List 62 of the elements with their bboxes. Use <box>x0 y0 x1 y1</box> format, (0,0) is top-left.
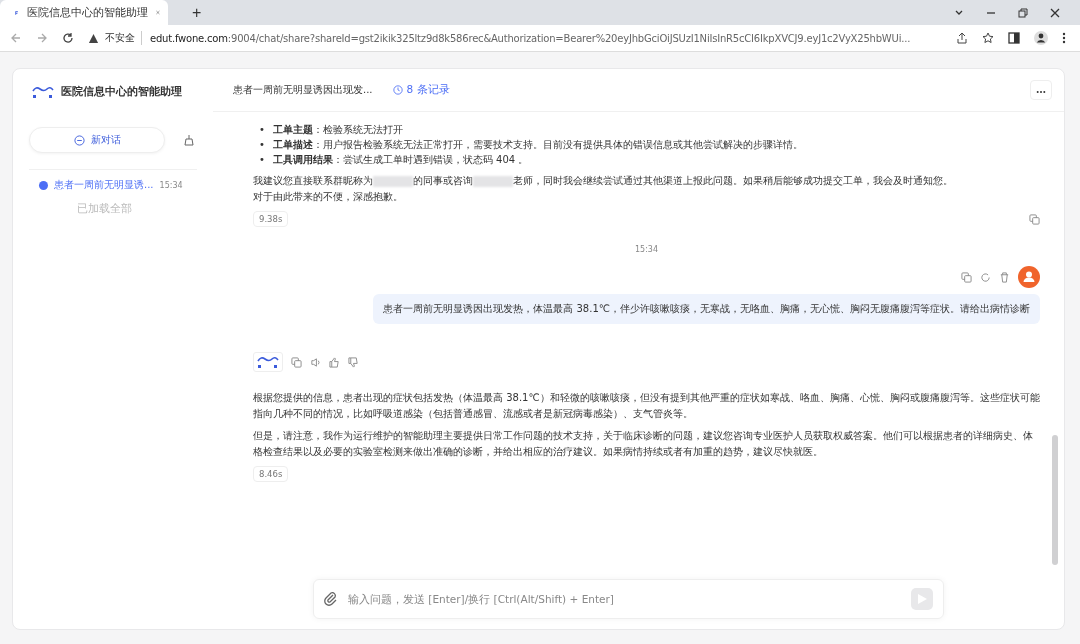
message-text: 我建议您直接联系群昵称为 <box>253 175 373 186</box>
message-text: 但是，请注意，我作为运行维护的智能助理主要提供日常工作问题的技术支持，关于临床诊断的问题，建议您咨询专业医护人员获取权威答案。他们可以根据患者的详细病史、体格检查结果以及必要的实验室检测来做出准确的诊断，并给出相应的治疗建议。如果病情持续或者有加重的趋势，建议尽快就医。 <box>253 429 1034 459</box>
timestamp: 15:34 <box>633 245 660 254</box>
copy-icon[interactable] <box>291 356 302 368</box>
message-text: 老师，同时我会继续尝试通过其他渠道上报此问题。如果稍后能够成功提交工单，我会及时通知您。 <box>513 175 953 186</box>
input-field[interactable]: 输入问题，发送 [Enter]/换行 [Ctrl(Alt/Shift) + Enter] <box>313 579 944 619</box>
duration-tag: 8.46s <box>253 466 289 482</box>
user-message: 患者一周前无明显诱因出现发热，体温最高 38.1℃，伴少许咳嗽咳痰，无寒战，无咯血、胸痛，无心慌、胸闷无腹痛腹泻等症状。请给出病情诊断 <box>373 294 1040 324</box>
bullet-marker: • <box>259 153 265 167</box>
reload-icon[interactable] <box>62 32 74 44</box>
avatar-icon <box>1018 266 1040 288</box>
speaker-icon[interactable] <box>310 356 321 368</box>
profile-icon[interactable] <box>1034 31 1048 45</box>
more-button[interactable] <box>1030 80 1052 100</box>
copy-icon[interactable] <box>1029 213 1040 225</box>
restore-icon[interactable] <box>1018 7 1028 18</box>
conversation-item[interactable]: 患者一周前无明显诱... 15:34 <box>29 169 197 200</box>
chat-icon <box>73 134 85 146</box>
menu-icon[interactable] <box>1062 32 1066 44</box>
message-text: 对于由此带来的不便，深感抱歉。 <box>253 190 404 204</box>
scrollbar[interactable] <box>1052 435 1058 565</box>
message-input[interactable]: 输入问题，发送 [Enter]/换行 [Ctrl(Alt/Shift) + Enter] <box>346 592 903 606</box>
duration-tag: 9.38s <box>253 211 289 227</box>
share-icon[interactable] <box>956 32 968 44</box>
thumbs-up-icon[interactable] <box>329 356 340 368</box>
bullet-item: 工单描述：用户报告检验系统无法正常打开，需要技术支持。目前没有提供具体的错误信息或其他尝试解决的步骤详情。 <box>272 138 803 152</box>
logo-icon <box>256 355 280 369</box>
copy-icon[interactable] <box>961 271 972 283</box>
new-chat-button[interactable]: 新对话 <box>29 127 165 153</box>
sidebar-icon[interactable] <box>1008 32 1020 44</box>
more-icon <box>1036 89 1046 94</box>
redaction-block <box>373 175 413 187</box>
records-link[interactable]: 8 条记录 <box>392 83 450 97</box>
url-text[interactable]: edut.fwone.com:9004/chat/share?shareId=gst2ikik325ltz9d8k586rec&Authorization=Bearer%20eyJhbGciOiJSUzI1NiIsInR5cCI6IkpXVCJ9.eyJ1c2VyX25hbWUi... <box>150 32 911 44</box>
close-icon[interactable] <box>1050 7 1060 18</box>
clock-icon <box>392 85 403 95</box>
back-icon[interactable] <box>10 32 22 44</box>
redaction-block <box>473 175 513 187</box>
paperclip-icon[interactable] <box>324 592 338 606</box>
star-icon[interactable] <box>982 32 994 44</box>
message-text: 根据您提供的信息，患者出现的症状包括发热（体温最高 38.1℃）和轻微的咳嗽咳痰，但没有提到其他严重的症状如寒战、咯血、胸痛、心慌、胸闷或腹痛腹泻等。这些症状可能指向几种不同的情况，比如呼吸道感染（包括普通感冒、流感或者是新冠病毒感染）、支气管炎等。 <box>253 391 1040 421</box>
loaded-all-text: 已加载全部 <box>75 202 133 216</box>
conversation-title: 患者一周前无明显诱... <box>54 178 154 192</box>
new-tab-button[interactable]: + <box>190 3 204 22</box>
bullet-marker: • <box>259 123 265 137</box>
bullet-item: 工单主题：检验系统无法打开 <box>272 123 403 137</box>
browser-tab[interactable]: 医院信息中心的智能助理 <box>0 0 168 25</box>
broom-icon[interactable] <box>183 134 195 146</box>
warning-icon[interactable] <box>88 32 99 44</box>
message-text: 的同事或咨询 <box>413 175 473 186</box>
thumbs-down-icon[interactable] <box>348 356 359 368</box>
security-label[interactable]: 不安全 <box>105 31 142 45</box>
refresh-icon[interactable] <box>980 271 991 283</box>
logo-icon <box>31 85 55 99</box>
trash-icon[interactable] <box>999 271 1010 283</box>
conversation-time: 15:34 <box>159 180 183 190</box>
bullet-item: 工具调用结果：尝试生成工单时遇到错误，状态码 404 。 <box>272 153 529 167</box>
chat-title: 患者一周前无明显诱因出现发... <box>233 83 373 97</box>
forward-icon[interactable] <box>36 32 48 44</box>
bullet-marker: • <box>259 138 265 152</box>
app-name: 医院信息中心的智能助理 <box>61 85 182 99</box>
chat-bubble-icon <box>39 180 48 190</box>
